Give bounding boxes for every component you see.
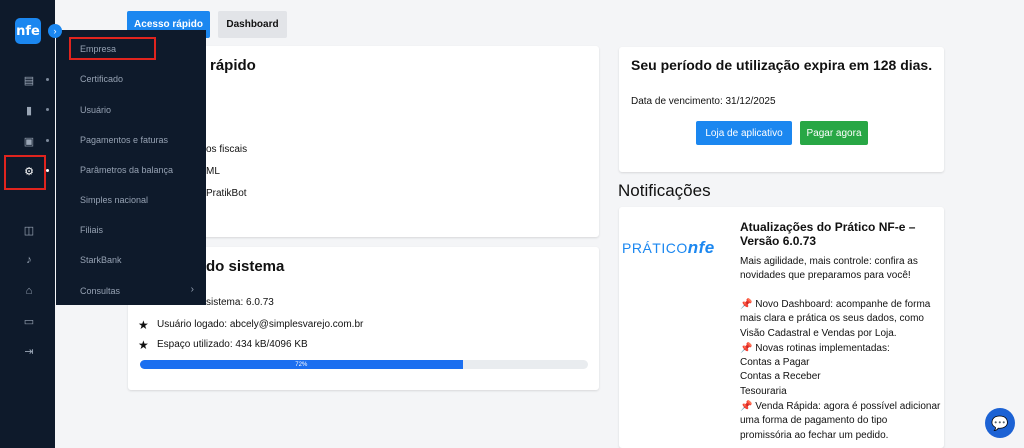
star-icon: ★ xyxy=(138,318,149,332)
submenu-item-certificado[interactable]: Certificado xyxy=(80,74,123,84)
tab-dashboard[interactable]: Dashboard xyxy=(218,11,287,38)
notification-line: uma forma de pagamento do tipo xyxy=(740,415,888,426)
notification-line: 📌 Novas rotinas implementadas: xyxy=(740,343,890,354)
settings-submenu: Empresa Certificado Usuário Pagamentos e… xyxy=(56,30,206,305)
due-date: Data de vencimento: 31/12/2025 xyxy=(631,96,776,107)
system-info-title: do sistema xyxy=(206,258,285,275)
report-icon[interactable]: ▤ xyxy=(22,73,36,87)
submenu-item-pagamentos[interactable]: Pagamentos e faturas xyxy=(80,135,168,145)
quick-access-title: rápido xyxy=(210,57,256,74)
notification-line: 📌 Venda Rápida: agora é possível adicion… xyxy=(740,401,941,412)
submenu-item-starkbank[interactable]: StarkBank xyxy=(80,255,122,265)
notification-line: promissória ao fechar um pedido. xyxy=(740,430,889,441)
notification-line: Contas a Pagar xyxy=(740,357,810,368)
chart-icon[interactable]: ▮ xyxy=(22,103,36,117)
notifications-heading: Notificações xyxy=(618,181,711,200)
progress-fill: 72% xyxy=(140,360,463,369)
sidebar-dot xyxy=(46,108,49,111)
subscription-title: Seu período de utilização expira em 128 … xyxy=(631,57,933,73)
notification-line: Visão Cadastral e Vendas por Loja. xyxy=(740,328,897,339)
book-icon[interactable]: ◫ xyxy=(22,223,36,237)
notification-line: Tesouraria xyxy=(740,386,787,397)
quick-access-item[interactable]: PratikBot xyxy=(206,188,247,199)
highlight-settings xyxy=(4,155,46,190)
quick-access-item[interactable]: ML xyxy=(206,166,220,177)
notification-line: Mais agilidade, mais controle: confira a… xyxy=(740,256,918,267)
monitor-icon[interactable]: ▭ xyxy=(22,314,36,328)
pratico-nfe-logo: PRÁTICOnfe xyxy=(622,238,715,257)
submenu-item-simples[interactable]: Simples nacional xyxy=(80,195,148,205)
sidebar-dot xyxy=(46,139,49,142)
system-version: sistema: 6.0.73 xyxy=(206,297,274,308)
notification-line: Contas a Receber xyxy=(740,371,821,382)
space-used: Espaço utilizado: 434 kB/4096 KB xyxy=(157,339,308,350)
highlight-empresa xyxy=(69,37,156,60)
app-logo[interactable]: nfe xyxy=(15,18,41,44)
quick-access-item[interactable]: os fiscais xyxy=(206,144,247,155)
logout-icon[interactable]: ⇥ xyxy=(22,344,36,358)
sidebar-dot xyxy=(46,78,49,81)
logged-user: Usuário logado: abcely@simplesvarejo.com… xyxy=(157,319,364,330)
submenu-item-filiais[interactable]: Filiais xyxy=(80,225,103,235)
microphone-icon[interactable]: ♪ xyxy=(22,253,36,267)
notification-line: mais clara e prática os seus dados, como xyxy=(740,313,924,324)
submenu-item-usuario[interactable]: Usuário xyxy=(80,105,111,115)
chat-icon[interactable]: 💬 xyxy=(985,408,1015,438)
sidebar-dot xyxy=(46,169,49,172)
app-store-button[interactable]: Loja de aplicativo xyxy=(696,121,792,145)
submenu-item-balanca[interactable]: Parâmetros da balança xyxy=(80,165,173,175)
notification-line: novidades que preparamos para você! xyxy=(740,270,911,281)
bag-icon[interactable]: ⌂ xyxy=(22,284,36,298)
document-icon[interactable]: ▣ xyxy=(22,134,36,148)
pay-now-button[interactable]: Pagar agora xyxy=(800,121,868,145)
star-icon: ★ xyxy=(138,338,149,352)
storage-progress-bar: 72% xyxy=(140,360,588,369)
notification-line: 📌 Novo Dashboard: acompanhe de forma xyxy=(740,299,931,310)
notification-title: Atualizações do Prático NF-e – Versão 6.… xyxy=(740,220,916,248)
chevron-right-icon: › xyxy=(190,284,194,295)
submenu-item-consultas[interactable]: Consultas xyxy=(80,286,120,296)
expand-sidebar-button[interactable]: › xyxy=(48,24,62,38)
